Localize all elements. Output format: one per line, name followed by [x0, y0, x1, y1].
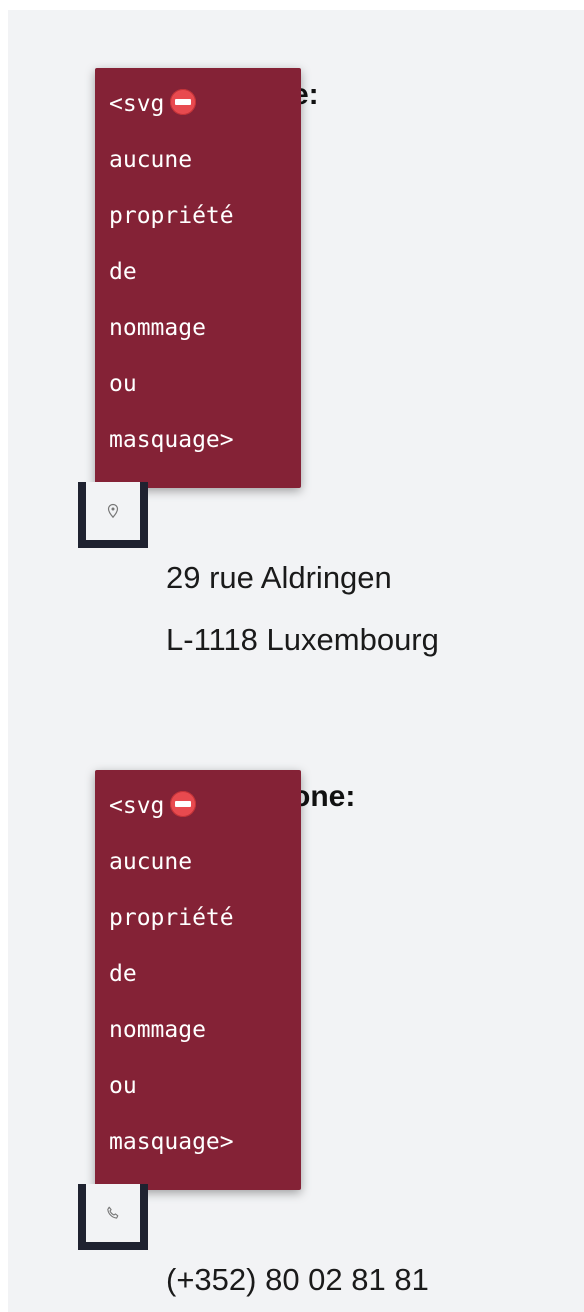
address-icon-inner — [86, 482, 140, 540]
tooltip-line: propriété — [109, 203, 234, 229]
tooltip-line: masquage> — [109, 427, 234, 453]
address-line-1: 29 rue Aldringen — [166, 560, 392, 595]
phone-svg-tooltip: <svg aucune propriété de nommage ou masq… — [95, 770, 301, 1190]
map-pin-icon — [107, 503, 119, 519]
phone-label: one: — [292, 780, 356, 813]
tooltip-line: ou — [109, 1073, 137, 1099]
tooltip-line: nommage — [109, 315, 206, 341]
phone-icon-inner — [86, 1184, 140, 1242]
tooltip-first-row: <svg — [109, 76, 301, 132]
tooltip-line: propriété — [109, 905, 234, 931]
tooltip-prefix: <svg — [109, 793, 165, 819]
tooltip-line: aucune — [109, 849, 193, 875]
tooltip-line: nommage — [109, 1017, 206, 1043]
address-icon-focus[interactable] — [78, 482, 148, 548]
tooltip-first-row: <svg — [109, 778, 301, 834]
tooltip-line: de — [109, 961, 137, 987]
tooltip-line: ou — [109, 371, 137, 397]
tooltip-line: masquage> — [109, 1129, 234, 1155]
tooltip-line: de — [109, 259, 137, 285]
phone-icon-focus[interactable] — [78, 1184, 148, 1250]
tooltip-prefix: <svg — [109, 91, 165, 117]
no-entry-icon — [170, 89, 197, 115]
address-svg-tooltip: <svg aucune propriété de nommage ou masq… — [95, 68, 301, 488]
no-entry-icon — [170, 791, 197, 817]
address-line-2: L-1118 Luxembourg — [166, 622, 439, 657]
phone-icon — [107, 1206, 119, 1219]
phone-number: (+352) 80 02 81 81 — [166, 1262, 429, 1297]
tooltip-line: aucune — [109, 147, 193, 173]
